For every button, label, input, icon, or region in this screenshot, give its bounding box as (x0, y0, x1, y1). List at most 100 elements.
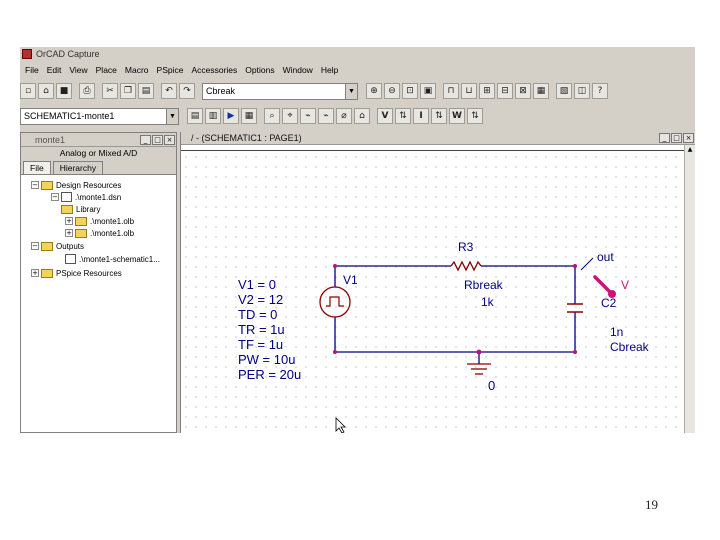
minimize-icon[interactable]: _ (659, 133, 670, 143)
project-tree: − Design Resources − .\monte1.dsn Librar… (21, 175, 176, 419)
tree-item-design-resources[interactable]: − Design Resources (31, 179, 121, 191)
mouse-pointer-icon (335, 417, 346, 433)
bias-voltage-button[interactable]: V (377, 108, 393, 124)
maximize-icon[interactable]: □ (152, 134, 163, 145)
save-icon[interactable]: ■ (56, 83, 72, 99)
power-marker-icon[interactable]: ⌂ (354, 108, 370, 124)
menu-bar: File Edit View Place Macro PSpice Access… (20, 63, 695, 76)
voltage-level-marker-icon[interactable]: ⌁ (300, 108, 316, 124)
edit-simulation-profile-icon[interactable]: ▥ (205, 108, 221, 124)
snap-grid-icon[interactable]: ▧ (556, 83, 572, 99)
source-param-per: PER = 20u (238, 367, 301, 382)
zoom-all-icon[interactable]: ▣ (420, 83, 436, 99)
close-icon[interactable]: × (164, 134, 175, 145)
minimize-icon[interactable]: _ (140, 134, 151, 145)
menu-macro[interactable]: Macro (121, 65, 153, 75)
drc-icon[interactable]: ⊞ (479, 83, 495, 99)
menu-place[interactable]: Place (92, 65, 121, 75)
expand-icon[interactable]: + (31, 269, 39, 277)
ground-label: 0 (488, 378, 495, 393)
expand-icon[interactable]: + (65, 229, 73, 237)
part-combo-dropdown-icon[interactable]: ▼ (345, 82, 358, 100)
project-manager-panel: monte1 _ □ × Analog or Mixed A/D File Hi… (20, 132, 177, 433)
bom-icon[interactable]: ▦ (533, 83, 549, 99)
menu-help[interactable]: Help (317, 65, 342, 75)
tree-item-library[interactable]: Library (51, 203, 100, 215)
bias-power-button[interactable]: W (449, 108, 465, 124)
undo-icon[interactable]: ↶ (161, 83, 177, 99)
source-ref: V1 (343, 273, 358, 287)
ground-symbol (467, 363, 491, 375)
annotate-icon[interactable]: ⊓ (443, 83, 459, 99)
cross-ref-icon[interactable]: ⊠ (515, 83, 531, 99)
design-file-icon (61, 192, 72, 202)
folder-icon (41, 268, 53, 278)
node-bottom-right (573, 350, 577, 354)
source-parameters: V1 = 0 V2 = 12 TD = 0 TR = 1u TF = 1u PW… (238, 277, 301, 382)
tree-item-label: Design Resources (56, 180, 122, 190)
print-icon[interactable]: ⎙ (79, 83, 95, 99)
open-folder-icon[interactable]: ⌂ (38, 83, 54, 99)
view-output-icon[interactable]: ⌖ (282, 108, 298, 124)
project-manager-icon[interactable]: ◫ (574, 83, 590, 99)
netlist-icon[interactable]: ⊟ (497, 83, 513, 99)
collapse-icon[interactable]: − (51, 193, 59, 201)
menu-accessories[interactable]: Accessories (187, 65, 241, 75)
copy-icon[interactable]: ❐ (120, 83, 136, 99)
run-pspice-icon[interactable]: ▶ (223, 108, 239, 124)
folder-icon (75, 228, 87, 238)
new-simulation-profile-icon[interactable]: ▤ (187, 108, 203, 124)
tree-item-outputs[interactable]: − Outputs (31, 240, 84, 252)
bias-current-button[interactable]: I (413, 108, 429, 124)
view-simulation-icon[interactable]: ▦ (241, 108, 257, 124)
source-param-v1: V1 = 0 (238, 277, 276, 292)
bias-current-toggle-icon[interactable]: ⇅ (431, 108, 447, 124)
close-icon[interactable]: × (683, 133, 694, 143)
vertical-scrollbar[interactable]: ▲ (684, 145, 695, 433)
folder-icon (41, 241, 53, 251)
tree-item-dsn[interactable]: − .\monte1.dsn (51, 191, 121, 203)
menu-view[interactable]: View (65, 65, 91, 75)
bias-power-toggle-icon[interactable]: ⇅ (467, 108, 483, 124)
output-file-icon (65, 254, 76, 264)
new-file-icon[interactable]: ▫ (20, 83, 36, 99)
scroll-up-icon[interactable]: ▲ (685, 145, 695, 155)
schematic-canvas[interactable]: out V R3 Rbreak 1k C2 1n Cbreak V1 V1 = … (181, 152, 681, 433)
menu-window[interactable]: Window (279, 65, 317, 75)
bias-voltage-toggle-icon[interactable]: ⇅ (395, 108, 411, 124)
tree-item-library-file-2[interactable]: + .\monte1.olb (65, 227, 134, 239)
tree-item-netlist[interactable]: .\monte1-schematic1... (65, 253, 160, 265)
cut-icon[interactable]: ✂ (102, 83, 118, 99)
menu-options[interactable]: Options (241, 65, 278, 75)
tab-file[interactable]: File (23, 161, 51, 174)
project-panel-titlebar: monte1 _ □ × (21, 133, 176, 147)
collapse-icon[interactable]: − (31, 242, 39, 250)
capacitor-part: Cbreak (610, 340, 650, 354)
schematic-window: / - (SCHEMATIC1 : PAGE1) _ □ × out V R3 … (180, 132, 695, 433)
menu-file[interactable]: File (21, 65, 43, 75)
redo-icon[interactable]: ↷ (179, 83, 195, 99)
expand-icon[interactable]: + (65, 217, 73, 225)
tree-item-pspice-resources[interactable]: + PSpice Resources (31, 267, 122, 279)
collapse-icon[interactable]: − (31, 181, 39, 189)
menu-pspice[interactable]: PSpice (153, 65, 188, 75)
current-marker-icon[interactable]: ⌀ (336, 108, 352, 124)
tree-item-library-file-1[interactable]: + .\monte1.olb (65, 215, 134, 227)
node-ground (476, 349, 482, 355)
source-param-v2: V2 = 12 (238, 292, 283, 307)
menu-edit[interactable]: Edit (43, 65, 66, 75)
probe-window-icon[interactable]: ⌕ (264, 108, 280, 124)
zoom-out-icon[interactable]: ⊖ (384, 83, 400, 99)
tab-hierarchy[interactable]: Hierarchy (52, 161, 104, 174)
part-combo[interactable]: Cbreak (202, 82, 345, 100)
help-icon[interactable]: ? (592, 83, 608, 99)
app-titlebar: OrCAD Capture (20, 47, 695, 61)
voltage-differential-marker-icon[interactable]: ⌁ (318, 108, 334, 124)
schematic-combo[interactable]: SCHEMATIC1-monte1 (20, 107, 166, 125)
paste-icon[interactable]: ▤ (138, 83, 154, 99)
zoom-area-icon[interactable]: ⊡ (402, 83, 418, 99)
zoom-in-icon[interactable]: ⊕ (366, 83, 382, 99)
schematic-combo-dropdown-icon[interactable]: ▼ (166, 107, 179, 125)
maximize-icon[interactable]: □ (671, 133, 682, 143)
back-annotate-icon[interactable]: ⊔ (461, 83, 477, 99)
